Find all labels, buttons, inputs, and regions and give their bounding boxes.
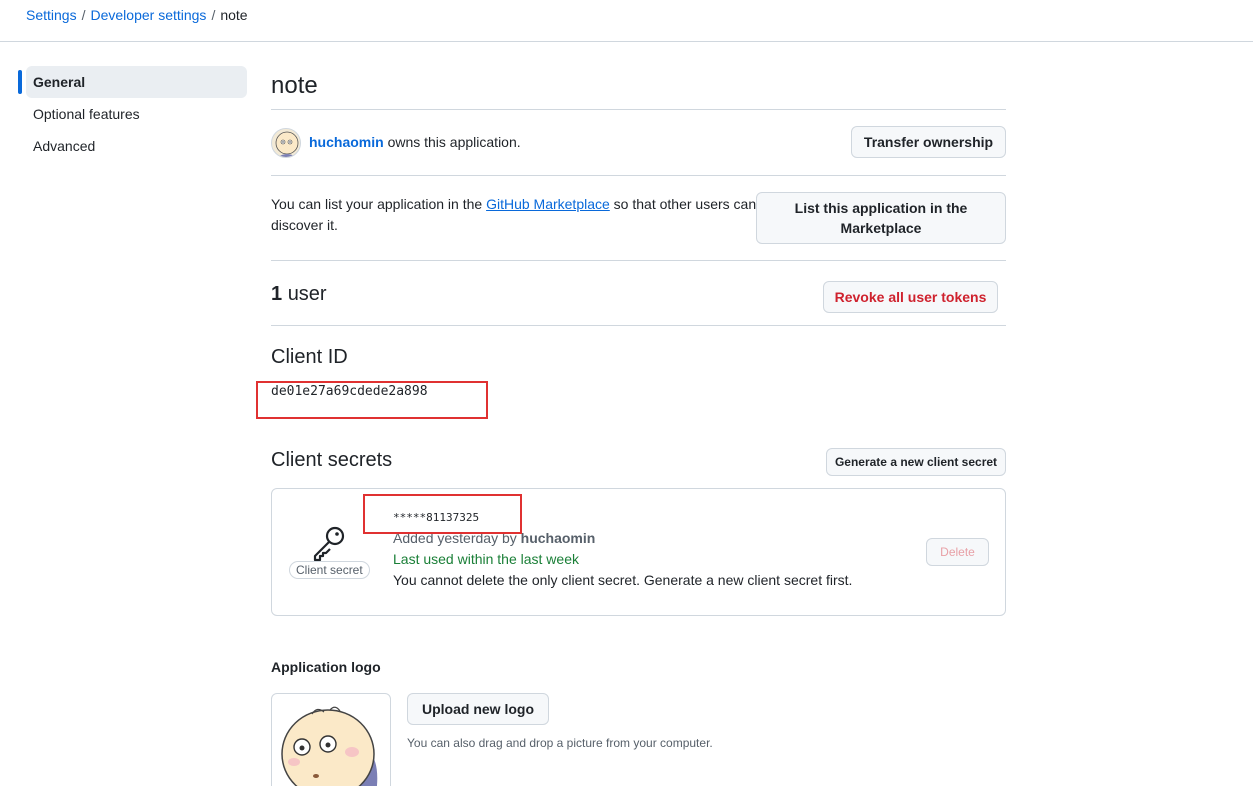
breadcrumb-current: note (220, 7, 248, 23)
breadcrumb-separator: / (81, 7, 86, 23)
owner-username-link[interactable]: huchaomin (309, 134, 384, 150)
owner-text: huchaomin owns this application. (309, 134, 521, 150)
application-logo-heading: Application logo (271, 659, 381, 675)
users-row: 1 user Revoke all user tokens (271, 261, 1006, 326)
sidebar-item-general[interactable]: General (18, 66, 247, 98)
breadcrumb-separator: / (211, 7, 216, 23)
generate-client-secret-button[interactable]: Generate a new client secret (826, 448, 1006, 476)
user-count-number: 1 (271, 283, 283, 305)
upload-new-logo-button[interactable]: Upload new logo (407, 693, 549, 725)
main-content: note huchaomin owns this application. Tr… (271, 66, 1006, 326)
user-count: 1 user (271, 283, 327, 306)
sidebar-item-optional-features[interactable]: Optional features (18, 98, 247, 130)
page-title: note (271, 66, 1006, 110)
breadcrumb-settings-link[interactable]: Settings (26, 7, 77, 23)
owner-suffix: owns this application. (387, 134, 521, 150)
revoke-all-user-tokens-button[interactable]: Revoke all user tokens (823, 281, 998, 313)
sidebar-item-advanced[interactable]: Advanced (18, 130, 247, 162)
marketplace-text: You can list your application in the Git… (271, 194, 761, 236)
github-marketplace-link[interactable]: GitHub Marketplace (486, 196, 610, 212)
transfer-ownership-button[interactable]: Transfer ownership (851, 126, 1006, 158)
key-icon (313, 526, 345, 562)
delete-client-secret-button[interactable]: Delete (926, 538, 989, 566)
list-in-marketplace-button[interactable]: List this application in the Marketplace (756, 192, 1006, 244)
client-secret-added-by: huchaomin (520, 530, 596, 546)
marketplace-row: You can list your application in the Git… (271, 176, 1006, 261)
header-divider (0, 41, 1253, 42)
upload-hint-text: You can also drag and drop a picture fro… (407, 736, 713, 750)
annotation-highlight-box (256, 381, 488, 419)
annotation-highlight-box (363, 494, 522, 534)
marketplace-text-before: You can list your application in the (271, 196, 487, 212)
breadcrumb: Settings / Developer settings / note (26, 7, 248, 23)
breadcrumb-developer-settings-link[interactable]: Developer settings (90, 7, 206, 23)
client-secrets-heading: Client secrets (271, 449, 393, 471)
user-count-label: user (287, 283, 327, 305)
client-secret-delete-note: You cannot delete the only client secret… (393, 572, 853, 588)
client-id-heading: Client ID (271, 346, 348, 368)
owner-row: huchaomin owns this application. Transfe… (271, 110, 1006, 176)
application-logo-image (271, 693, 391, 786)
sidebar-nav: General Optional features Advanced (18, 66, 247, 162)
client-secret-last-used: Last used within the last week (393, 551, 579, 567)
avatar[interactable] (271, 128, 301, 158)
client-secret-badge: Client secret (289, 561, 370, 579)
